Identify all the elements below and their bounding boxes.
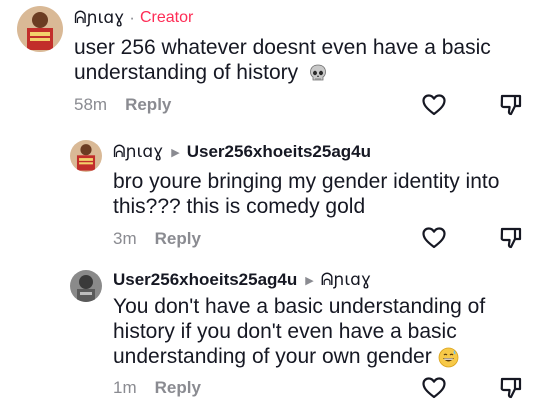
skull-emoji <box>308 63 328 83</box>
author-name[interactable]: User256xhoeits25ag4u <box>113 270 297 290</box>
reply-arrow-icon: ▶ <box>171 146 180 159</box>
like-icon[interactable] <box>421 92 447 118</box>
timestamp: 58m <box>74 95 108 114</box>
creator-badge: Creator <box>139 9 194 26</box>
reply-button[interactable]: Reply <box>155 378 201 398</box>
comment-header: User256xhoeits25ag4u ▶ ᕱɲɩɑɣ <box>113 270 371 290</box>
comment-header: ᕱɲɩɑɣ ▶ User256xhoeits25ag4u <box>113 142 371 162</box>
avatar[interactable] <box>70 270 102 302</box>
comment-text: user 256 whatever doesnt even have a bas… <box>74 36 491 84</box>
author-name[interactable]: ᕱɲɩɑɣ <box>74 8 124 28</box>
reply-to-name[interactable]: User256xhoeits25ag4u <box>187 142 371 162</box>
reply-arrow-icon: ▶ <box>305 274 314 287</box>
comment-text: You don't have a basic understanding of … <box>113 295 486 368</box>
comment-meta: 1m Reply <box>113 378 201 398</box>
avatar[interactable] <box>17 6 63 52</box>
dislike-icon[interactable] <box>498 375 524 401</box>
comment-meta: 58m Reply <box>74 95 171 115</box>
timestamp: 1m <box>113 378 137 397</box>
comment-text-container: user 256 whatever doesnt even have a bas… <box>74 35 524 85</box>
comment-3: User256xhoeits25ag4u ▶ ᕱɲɩɑɣ You don't h… <box>0 262 540 412</box>
comment-text: bro youre bringing my gender identity in… <box>113 170 500 218</box>
dislike-icon[interactable] <box>498 92 524 118</box>
timestamp: 3m <box>113 229 137 248</box>
comment-2: ᕱɲɩɑɣ ▶ User256xhoeits25ag4u bro youre b… <box>0 130 540 260</box>
reply-button[interactable]: Reply <box>125 95 171 115</box>
reply-to-name[interactable]: ᕱɲɩɑɣ <box>321 270 371 290</box>
separator-dot: · <box>129 8 135 27</box>
like-icon[interactable] <box>421 225 447 251</box>
dislike-icon[interactable] <box>498 225 524 251</box>
grinning-sweat-emoji <box>438 347 459 368</box>
avatar[interactable] <box>70 140 102 172</box>
comment-header: ᕱɲɩɑɣ · Creator <box>74 8 193 28</box>
like-icon[interactable] <box>421 375 447 401</box>
comment-meta: 3m Reply <box>113 229 201 249</box>
comment-1: ᕱɲɩɑɣ · Creator user 256 whatever doesnt… <box>0 0 540 130</box>
comment-text-container: You don't have a basic understanding of … <box>113 294 528 369</box>
reply-button[interactable]: Reply <box>155 229 201 249</box>
author-name[interactable]: ᕱɲɩɑɣ <box>113 142 163 162</box>
